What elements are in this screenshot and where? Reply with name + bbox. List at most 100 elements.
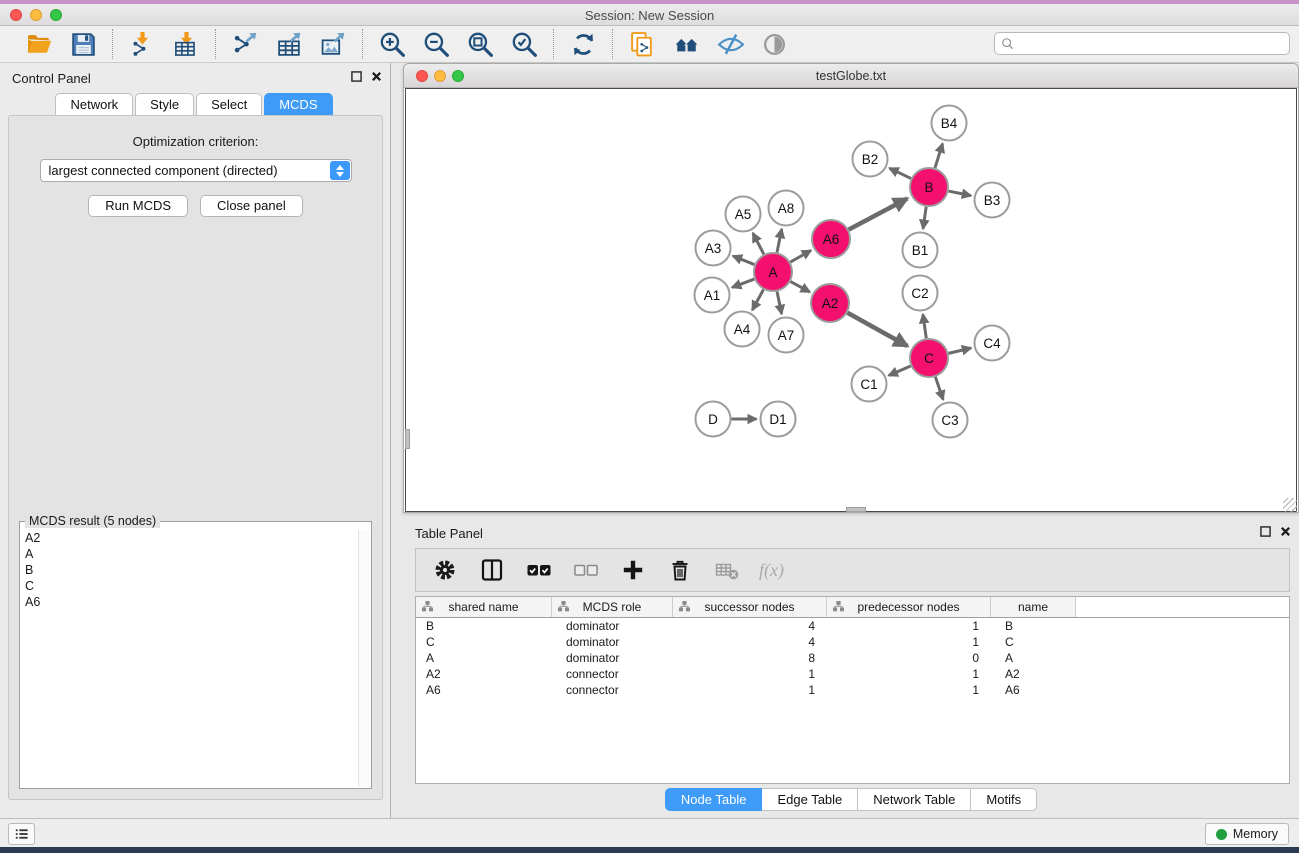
resize-grip-icon[interactable]: [1283, 498, 1297, 512]
node-A6[interactable]: A6: [812, 220, 850, 258]
float-panel-icon[interactable]: [351, 71, 362, 82]
edge-B-B2[interactable]: [889, 168, 911, 178]
cell-shared-name[interactable]: A: [416, 650, 552, 666]
node-B2[interactable]: B2: [853, 142, 888, 177]
close-panel-button[interactable]: Close panel: [200, 195, 303, 217]
column-header-name[interactable]: name: [991, 597, 1076, 617]
add-column-icon[interactable]: [618, 555, 648, 585]
node-C3[interactable]: C3: [933, 403, 968, 438]
cell-shared-name[interactable]: B: [416, 618, 552, 634]
edge-A6-B[interactable]: [849, 199, 908, 230]
node-A2[interactable]: A2: [811, 284, 849, 322]
close-table-panel-icon[interactable]: [1280, 526, 1291, 537]
close-panel-icon[interactable]: [371, 71, 382, 82]
cell-successor-nodes[interactable]: 8: [673, 650, 827, 666]
edge-A-A4[interactable]: [752, 290, 763, 311]
edge-B-B1[interactable]: [923, 207, 926, 229]
new-network-from-selection-icon[interactable]: [627, 29, 657, 59]
node-C4[interactable]: C4: [975, 326, 1010, 361]
cell-successor-nodes[interactable]: 1: [673, 666, 827, 682]
node-A4[interactable]: A4: [725, 312, 760, 347]
result-list-item[interactable]: A6: [21, 594, 357, 610]
vertical-scroll-indicator[interactable]: [405, 429, 410, 449]
cell-predecessor-nodes[interactable]: 1: [827, 682, 991, 698]
split-column-icon[interactable]: [477, 555, 507, 585]
cell-MCDS-role[interactable]: connector: [552, 666, 673, 682]
deselect-all-rows-icon[interactable]: [571, 555, 601, 585]
tab-style[interactable]: Style: [135, 93, 194, 115]
result-list-item[interactable]: C: [21, 578, 357, 594]
open-file-icon[interactable]: [24, 29, 54, 59]
import-table-icon[interactable]: [171, 29, 201, 59]
cell-MCDS-role[interactable]: dominator: [552, 618, 673, 634]
export-table-icon[interactable]: [274, 29, 304, 59]
cell-shared-name[interactable]: A2: [416, 666, 552, 682]
edge-A-A6[interactable]: [790, 250, 811, 262]
edge-A-A3[interactable]: [733, 256, 754, 265]
cell-predecessor-nodes[interactable]: 1: [827, 634, 991, 650]
cell-MCDS-role[interactable]: connector: [552, 682, 673, 698]
table-row[interactable]: Bdominator41B: [416, 618, 1289, 634]
select-all-rows-icon[interactable]: [524, 555, 554, 585]
zoom-out-icon[interactable]: [421, 29, 451, 59]
first-neighbors-icon[interactable]: [671, 29, 701, 59]
cell-shared-name[interactable]: C: [416, 634, 552, 650]
result-list-item[interactable]: B: [21, 562, 357, 578]
node-B[interactable]: B: [910, 168, 948, 206]
result-list-item[interactable]: A: [21, 546, 357, 562]
table-row[interactable]: Cdominator41C: [416, 634, 1289, 650]
cell-predecessor-nodes[interactable]: 1: [827, 666, 991, 682]
search-input[interactable]: [1015, 34, 1289, 53]
node-B1[interactable]: B1: [903, 233, 938, 268]
node-D1[interactable]: D1: [761, 402, 796, 437]
cell-successor-nodes[interactable]: 4: [673, 618, 827, 634]
table-row[interactable]: Adominator80A: [416, 650, 1289, 666]
tab-network[interactable]: Network: [55, 93, 133, 115]
zoom-in-icon[interactable]: [377, 29, 407, 59]
column-header-predecessor-nodes[interactable]: predecessor nodes: [827, 597, 991, 617]
node-C2[interactable]: C2: [903, 276, 938, 311]
node-B3[interactable]: B3: [975, 183, 1010, 218]
result-list-item[interactable]: A2: [21, 530, 357, 546]
edge-A-A5[interactable]: [753, 233, 764, 254]
table-settings-icon[interactable]: [430, 555, 460, 585]
cell-predecessor-nodes[interactable]: 0: [827, 650, 991, 666]
column-header-successor-nodes[interactable]: successor nodes: [673, 597, 827, 617]
edge-A-A7[interactable]: [777, 292, 782, 314]
show-panels-button[interactable]: [8, 823, 35, 845]
memory-button[interactable]: Memory: [1205, 823, 1289, 845]
edge-A-A1[interactable]: [732, 279, 754, 287]
edge-C-C1[interactable]: [889, 366, 911, 375]
node-A7[interactable]: A7: [769, 318, 804, 353]
tab-mcds[interactable]: MCDS: [264, 93, 332, 115]
node-A3[interactable]: A3: [696, 231, 731, 266]
delete-table-icon[interactable]: [712, 555, 742, 585]
export-image-icon[interactable]: [318, 29, 348, 59]
cell-successor-nodes[interactable]: 1: [673, 682, 827, 698]
show-hidden-icon[interactable]: [759, 29, 789, 59]
table-row[interactable]: A2connector11A2: [416, 666, 1289, 682]
export-network-icon[interactable]: [230, 29, 260, 59]
cell-predecessor-nodes[interactable]: 1: [827, 618, 991, 634]
save-session-icon[interactable]: [68, 29, 98, 59]
edge-C-C4[interactable]: [948, 348, 971, 353]
edge-A-A8[interactable]: [777, 229, 782, 252]
node-A8[interactable]: A8: [769, 191, 804, 226]
cell-MCDS-role[interactable]: dominator: [552, 650, 673, 666]
hide-selected-icon[interactable]: [715, 29, 745, 59]
tab-edge-table[interactable]: Edge Table: [762, 788, 858, 811]
function-builder-icon[interactable]: f(x): [759, 560, 784, 581]
node-B4[interactable]: B4: [932, 106, 967, 141]
node-C1[interactable]: C1: [852, 367, 887, 402]
cell-successor-nodes[interactable]: 4: [673, 634, 827, 650]
cell-name[interactable]: C: [991, 634, 1076, 650]
float-table-panel-icon[interactable]: [1260, 526, 1271, 537]
cell-name[interactable]: B: [991, 618, 1076, 634]
search-field[interactable]: [994, 32, 1290, 55]
node-A[interactable]: A: [754, 253, 792, 291]
refresh-layout-icon[interactable]: [568, 29, 598, 59]
column-header-shared-name[interactable]: shared name: [416, 597, 552, 617]
zoom-selected-icon[interactable]: [509, 29, 539, 59]
cell-name[interactable]: A6: [991, 682, 1076, 698]
node-A5[interactable]: A5: [726, 197, 761, 232]
